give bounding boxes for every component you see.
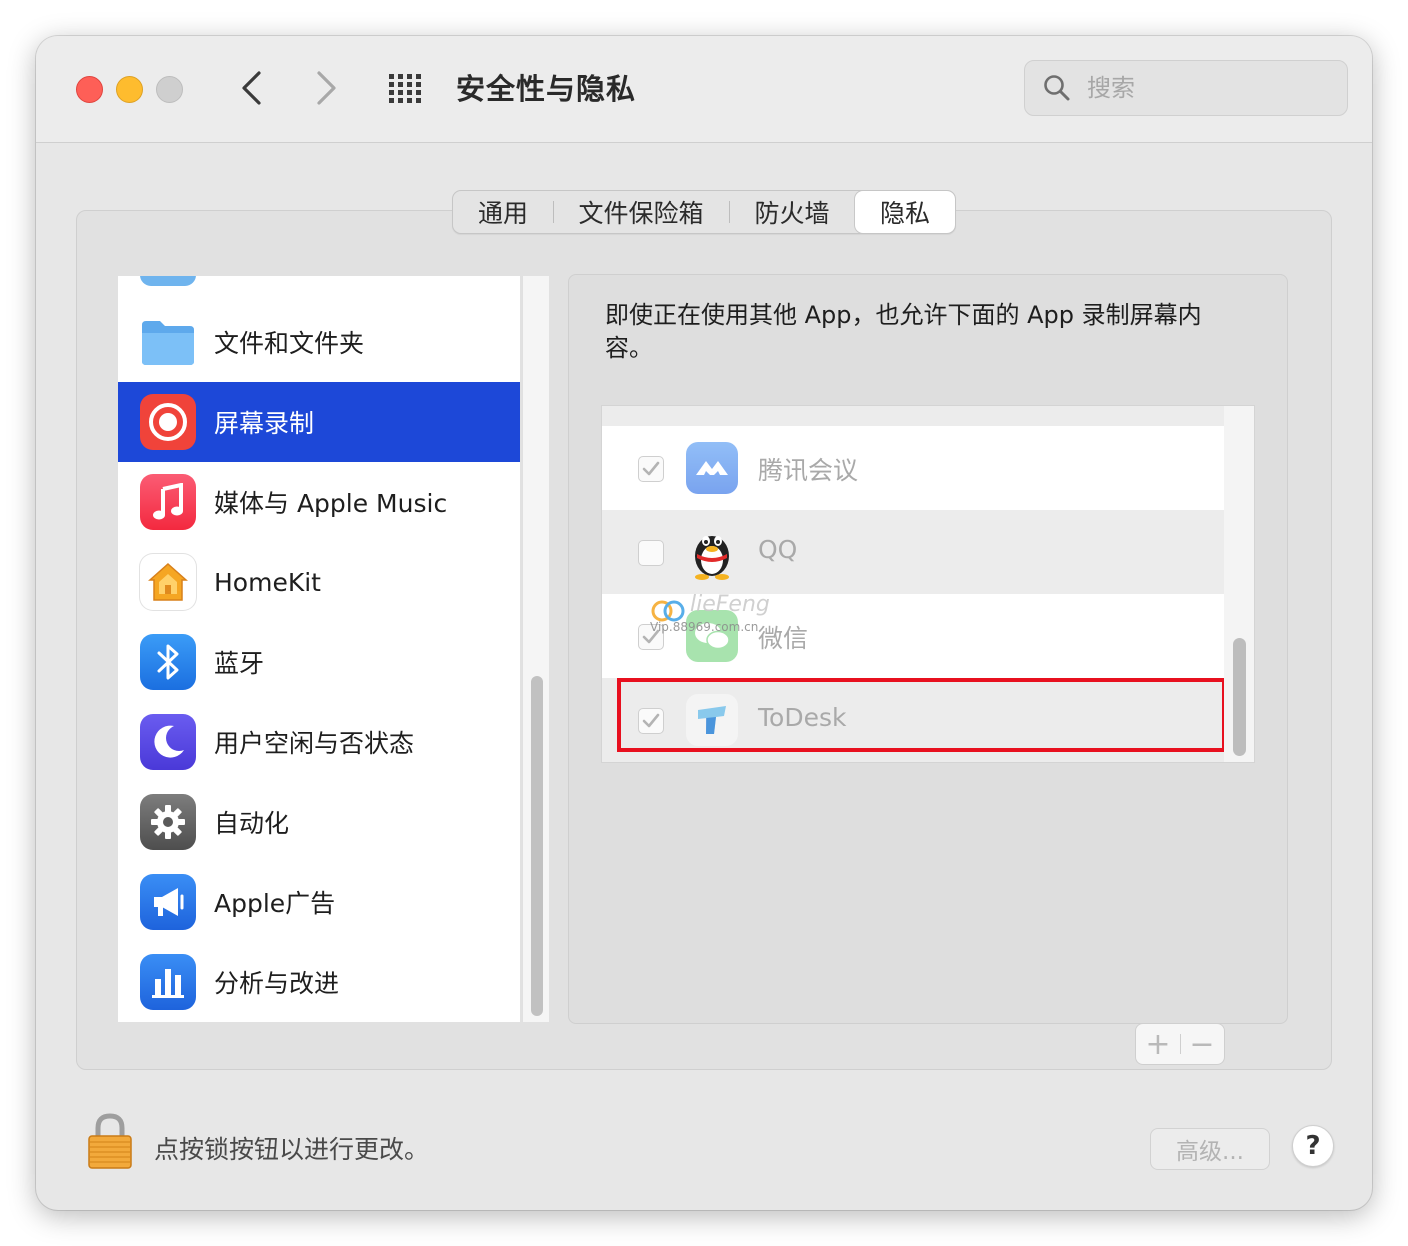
checkmark-icon	[642, 461, 660, 476]
qq-penguin-icon	[686, 526, 738, 580]
chart-icon	[140, 954, 196, 1010]
app-name: 腾讯会议	[758, 456, 859, 485]
close-button[interactable]	[76, 76, 103, 103]
sidebar-item-files-folders[interactable]: 文件和文件夹	[118, 302, 520, 382]
tab-firewall[interactable]: 防火墙	[729, 191, 855, 233]
screen-recording-icon	[140, 394, 196, 450]
highlight-box	[617, 678, 1226, 752]
watermark-text: lieFeng	[690, 592, 770, 617]
sidebar-item-analytics[interactable]: 分析与改进	[118, 942, 520, 1022]
list-item-tencent-meeting[interactable]: 腾讯会议	[602, 426, 1224, 510]
window-title: 安全性与隐私	[456, 72, 637, 106]
sidebar-item-media-music[interactable]: 媒体与 Apple Music	[118, 462, 520, 542]
remove-button[interactable]: −	[1180, 1024, 1224, 1064]
title-bar: 安全性与隐私	[36, 36, 1372, 143]
sidebar-item-screen-recording[interactable]: 屏幕录制	[118, 382, 520, 462]
gear-icon	[140, 794, 196, 850]
partial-item-icon	[140, 276, 196, 286]
chevron-left-icon	[242, 71, 261, 105]
grid-icon	[389, 74, 421, 103]
search-icon	[1044, 75, 1070, 101]
sidebar-item-label: 自动化	[214, 809, 290, 838]
sidebar-item-apple-ads[interactable]: Apple广告	[118, 862, 520, 942]
tab-filevault[interactable]: 文件保险箱	[553, 191, 729, 233]
search-field[interactable]	[1024, 60, 1348, 116]
panel-description: 即使正在使用其他 App，也允许下面的 App 录制屏幕内容。	[605, 301, 1202, 362]
folder-icon	[140, 314, 196, 370]
app-checkbox[interactable]	[638, 456, 664, 482]
sidebar-item-automation[interactable]: 自动化	[118, 782, 520, 862]
zoom-button[interactable]	[156, 76, 183, 103]
app-list: 腾讯会议 QQ 微信 ToDesk lieFeng Vip.88969.com.…	[601, 405, 1255, 763]
music-icon	[140, 474, 196, 530]
wechat-icon	[686, 610, 738, 662]
app-name: QQ	[758, 535, 798, 564]
sidebar-item-label: 用户空闲与否状态	[214, 729, 415, 758]
lock-icon	[88, 1113, 132, 1169]
chevron-right-icon	[317, 71, 336, 105]
watermark-url: Vip.88969.com.cn	[650, 620, 759, 634]
moon-icon	[140, 714, 196, 770]
sidebar-item-label: 分析与改进	[214, 969, 340, 998]
advanced-button[interactable]: 高级...	[1150, 1128, 1270, 1170]
app-list-scroll-thumb[interactable]	[1233, 638, 1246, 756]
sidebar-item-homekit[interactable]: HomeKit	[118, 542, 520, 622]
tab-privacy[interactable]: 隐私	[855, 191, 955, 233]
bluetooth-icon	[140, 634, 196, 690]
sidebar-scroll-thumb[interactable]	[531, 676, 543, 1016]
app-checkbox[interactable]	[638, 540, 664, 566]
app-name: 微信	[758, 624, 809, 653]
privacy-detail-panel: 即使正在使用其他 App，也允许下面的 App 录制屏幕内容。 腾讯会议 QQ …	[568, 274, 1288, 1065]
home-icon	[140, 554, 196, 610]
help-button[interactable]: ?	[1292, 1125, 1334, 1167]
add-remove-control: + −	[1135, 1023, 1225, 1065]
sidebar-item-bluetooth[interactable]: 蓝牙	[118, 622, 520, 702]
tab-bar: 通用 文件保险箱 防火墙 隐私	[452, 190, 956, 234]
preferences-window: 安全性与隐私 通用 文件保险箱 防火墙 隐私 文件和文件夹	[36, 36, 1372, 1210]
sidebar-item-label: Apple广告	[214, 889, 336, 918]
privacy-sidebar: 文件和文件夹 屏幕录制 媒体与 Apple Music HomeKit 蓝牙 用…	[118, 276, 520, 1022]
watermark: lieFeng Vip.88969.com.cn	[650, 592, 770, 634]
minimize-button[interactable]	[116, 76, 143, 103]
search-input[interactable]	[1085, 69, 1329, 107]
back-button[interactable]	[232, 66, 272, 110]
lock-hint: 点按锁按钮以进行更改。	[154, 1135, 430, 1164]
sidebar-item-label: HomeKit	[214, 567, 321, 597]
list-item-partial	[602, 406, 1224, 426]
sidebar-scrollbar[interactable]	[522, 276, 549, 1022]
sidebar-item-label: 蓝牙	[214, 649, 265, 678]
sidebar-item-user-idle[interactable]: 用户空闲与否状态	[118, 702, 520, 782]
list-item-qq[interactable]: QQ	[602, 510, 1224, 594]
forward-button[interactable]	[306, 66, 346, 110]
sidebar-item-label: 屏幕录制	[214, 409, 315, 438]
app-list-scrollbar[interactable]	[1224, 406, 1254, 762]
tab-general[interactable]: 通用	[453, 191, 553, 233]
sidebar-item-label: 文件和文件夹	[214, 329, 365, 358]
show-all-button[interactable]	[386, 70, 428, 108]
megaphone-icon	[140, 874, 196, 930]
add-button[interactable]: +	[1136, 1024, 1180, 1064]
sidebar-item-label: 媒体与 Apple Music	[214, 489, 448, 518]
tencent-meeting-icon	[686, 442, 738, 494]
lock-button[interactable]	[86, 1112, 134, 1174]
